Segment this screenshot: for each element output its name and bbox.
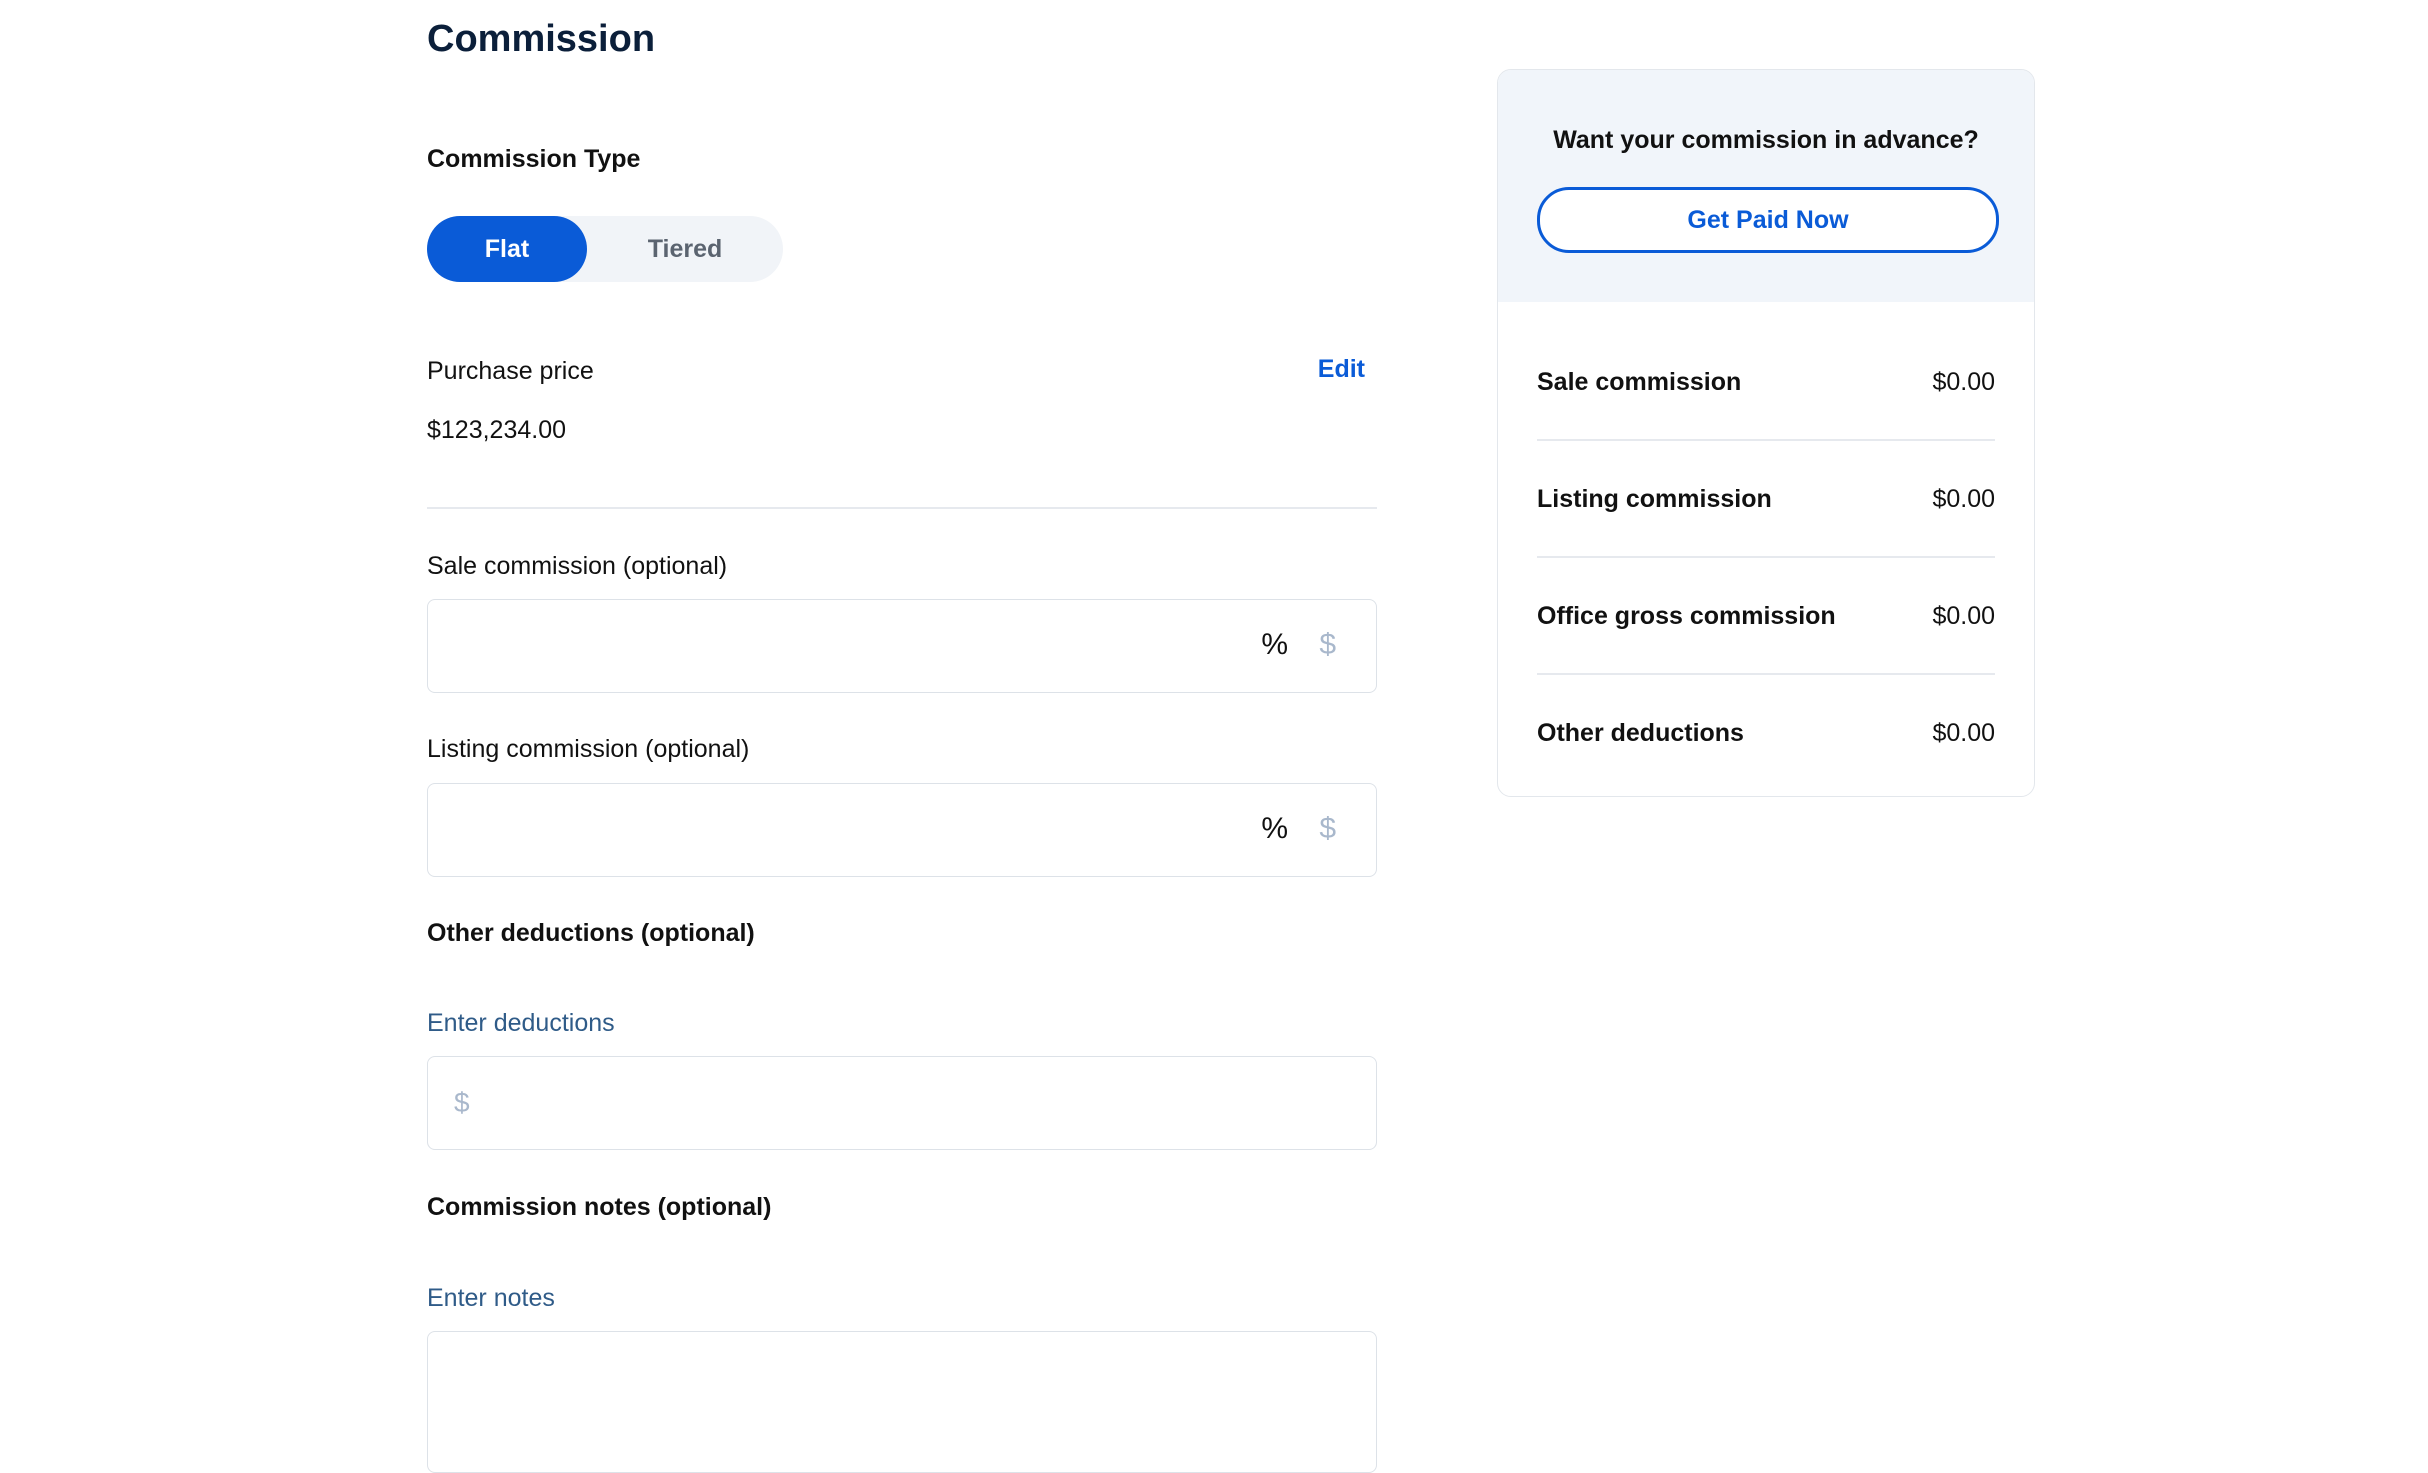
deductions-input[interactable] [490, 1083, 1354, 1125]
summary-value: $0.00 [1932, 719, 1995, 747]
commission-notes-heading: Commission notes (optional) [427, 1193, 772, 1221]
edit-purchase-price-link[interactable]: Edit [1318, 355, 1365, 384]
summary-label: Listing commission [1537, 485, 1772, 513]
summary-value: $0.00 [1932, 602, 1995, 630]
summary-label: Sale commission [1537, 368, 1742, 396]
commission-summary-card: Want your commission in advance? Get Pai… [1497, 69, 2035, 797]
sale-commission-input[interactable] [452, 626, 1216, 668]
sale-commission-field: % $ [427, 599, 1377, 693]
advance-question: Want your commission in advance? [1553, 126, 1979, 154]
listing-commission-input[interactable] [452, 810, 1216, 852]
other-deductions-heading: Other deductions (optional) [427, 919, 755, 947]
toggle-option-flat[interactable]: Flat [427, 216, 587, 282]
percent-unit-toggle[interactable]: % [1261, 812, 1288, 846]
page-title: Commission [427, 18, 656, 60]
sale-commission-label: Sale commission (optional) [427, 552, 728, 580]
percent-unit-toggle[interactable]: % [1261, 628, 1288, 662]
dollar-unit-toggle[interactable]: $ [1319, 628, 1336, 662]
listing-commission-label: Listing commission (optional) [427, 735, 750, 763]
summary-value: $0.00 [1932, 485, 1995, 513]
divider [427, 507, 1377, 509]
summary-row-office-gross-commission: Office gross commission $0.00 [1537, 558, 1995, 675]
purchase-price-label: Purchase price [427, 357, 594, 385]
summary-label: Office gross commission [1537, 602, 1836, 630]
summary-label: Other deductions [1537, 719, 1744, 747]
deductions-field-label: Enter deductions [427, 1009, 615, 1037]
deductions-field: $ [427, 1056, 1377, 1150]
notes-field-label: Enter notes [427, 1284, 555, 1312]
toggle-option-tiered[interactable]: Tiered [587, 216, 783, 282]
notes-field [427, 1331, 1377, 1473]
summary-row-sale-commission: Sale commission $0.00 [1537, 324, 1995, 441]
commission-type-label: Commission Type [427, 145, 641, 173]
get-paid-now-button[interactable]: Get Paid Now [1537, 187, 1999, 253]
commission-type-toggle: Flat Tiered [427, 216, 783, 282]
purchase-price-value: $123,234.00 [427, 416, 567, 444]
summary-value: $0.00 [1932, 368, 1995, 396]
listing-commission-field: % $ [427, 783, 1377, 877]
dollar-prefix: $ [454, 1087, 470, 1118]
summary-row-other-deductions: Other deductions $0.00 [1537, 675, 1995, 792]
summary-row-listing-commission: Listing commission $0.00 [1537, 441, 1995, 558]
dollar-unit-toggle[interactable]: $ [1319, 812, 1336, 846]
notes-textarea[interactable] [452, 1352, 1356, 1446]
advance-panel: Want your commission in advance? Get Pai… [1498, 70, 2034, 302]
